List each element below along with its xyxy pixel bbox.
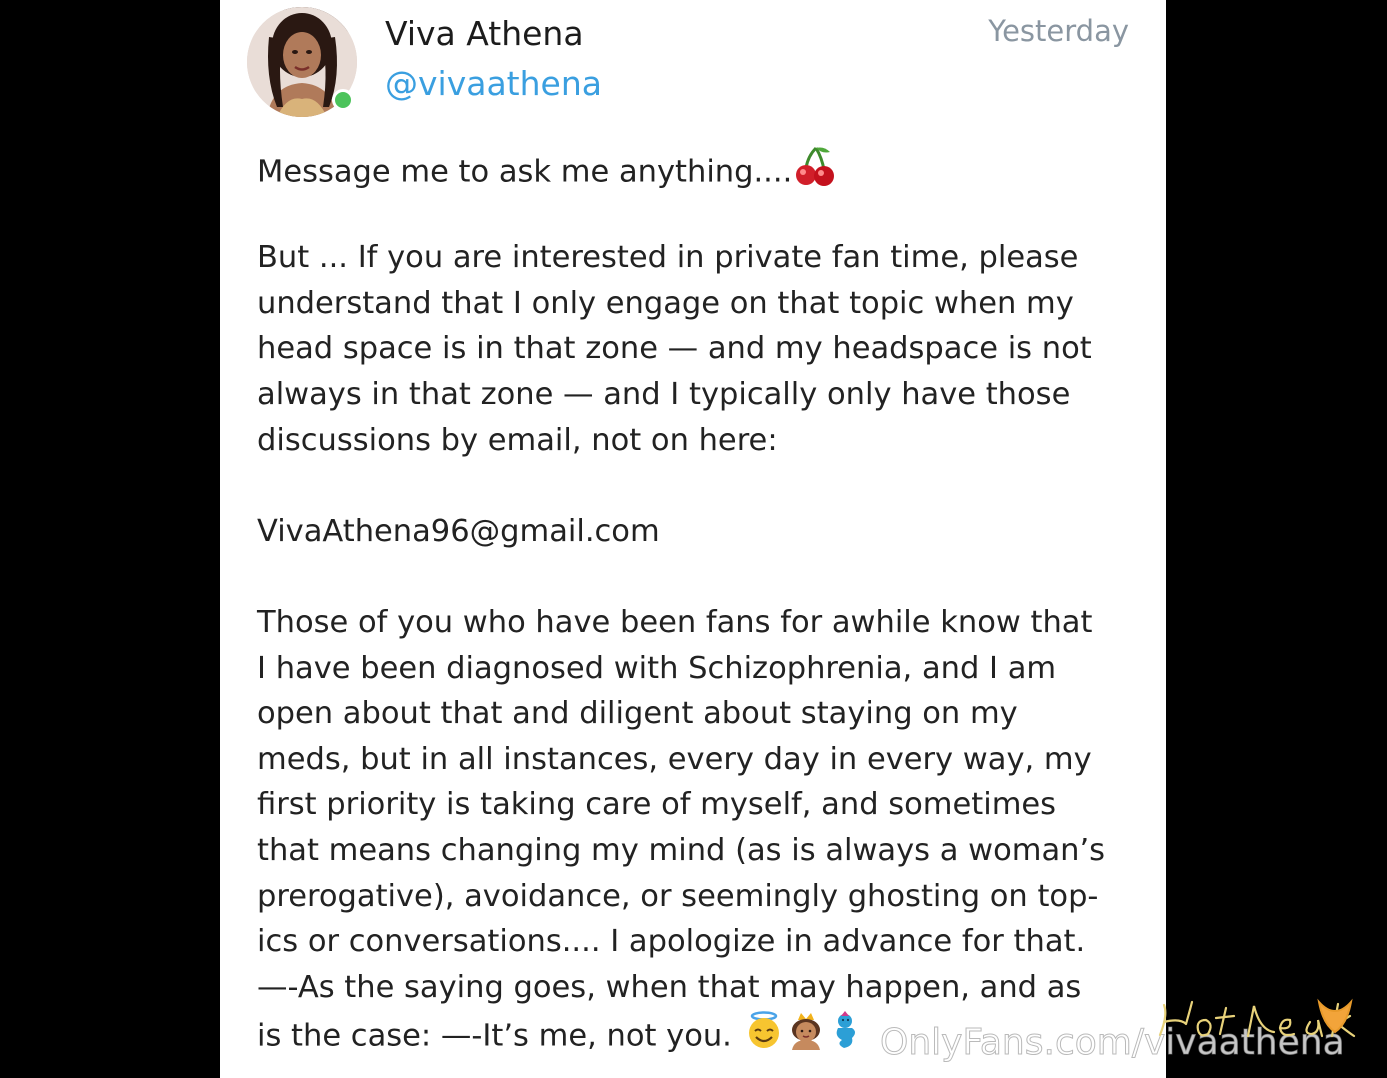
- post-line: discussions by email, not on here:: [257, 422, 778, 458]
- screenshot-stage: Viva Athena @vivaathena Yesterday Messag…: [0, 0, 1387, 1078]
- post-line: ics or conversations.... I apologize in …: [257, 924, 1086, 960]
- post-line: But ... If you are interested in private…: [257, 240, 1079, 276]
- post-line: always in that zone — and I typically on…: [257, 376, 1071, 412]
- post-line: Message me to ask me anything....: [257, 144, 1147, 190]
- genie-emoji: [828, 1010, 868, 1064]
- post-line: meds, but in all instances, every day in…: [257, 741, 1092, 777]
- post-body: Message me to ask me anything.... But ..…: [257, 144, 1147, 1056]
- post-line: Those of you who have been fans for awhi…: [257, 604, 1093, 640]
- cherries-emoji: [794, 144, 838, 202]
- post-line: head space is in that zone — and my head…: [257, 331, 1092, 367]
- email-address: VivaAthena96@gmail.com: [257, 513, 660, 549]
- author-name[interactable]: Viva Athena: [385, 14, 584, 53]
- post-line: I have been diagnosed with Schizophrenia…: [257, 650, 1057, 686]
- hot-leak-logo-icon: [1158, 998, 1356, 1038]
- online-status-indicator: [332, 89, 354, 111]
- author-handle[interactable]: @vivaathena: [385, 64, 602, 103]
- post-line: first priority is taking care of myself,…: [257, 787, 1057, 823]
- post-line: prerogative), avoidance, or seemingly gh…: [257, 878, 1099, 914]
- post-line: —-As the saying goes, when that may happ…: [257, 969, 1082, 1005]
- post-line: understand that I only engage on that to…: [257, 285, 1074, 321]
- post-card: Viva Athena @vivaathena Yesterday Messag…: [220, 0, 1166, 1078]
- princess-emoji: [786, 1010, 826, 1064]
- angel-smile-emoji: [744, 1010, 784, 1064]
- post-line: open about that and diligent about stayi…: [257, 696, 1018, 732]
- post-timestamp: Yesterday: [988, 14, 1129, 48]
- post-line: that means changing my mind (as is alway…: [257, 832, 1106, 868]
